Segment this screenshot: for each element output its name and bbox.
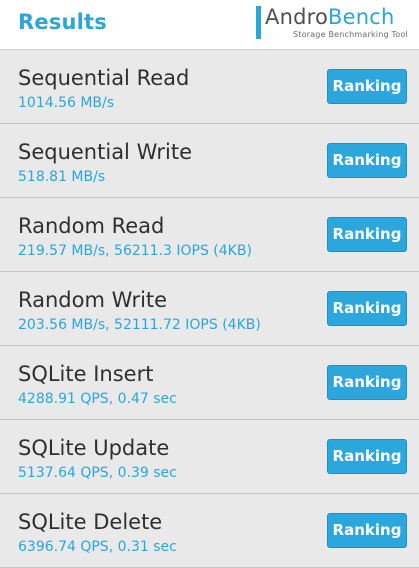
result-row-sqlite-insert: SQLite Insert 4288.91 QPS, 0.47 sec Rank… xyxy=(0,346,419,420)
result-row-random-read: Random Read 219.57 MB/s, 56211.3 IOPS (4… xyxy=(0,198,419,272)
result-row-random-write: Random Write 203.56 MB/s, 52111.72 IOPS … xyxy=(0,272,419,346)
result-name: SQLite Update xyxy=(18,436,170,460)
result-value: 518.81 MB/s xyxy=(18,169,106,185)
page-title: Results xyxy=(18,10,107,34)
result-name: Sequential Write xyxy=(18,140,193,164)
logo-tagline: Storage Benchmarking Tool xyxy=(293,30,408,39)
result-value: 6396.74 QPS, 0.31 sec xyxy=(18,539,177,555)
result-row-sequential-write: Sequential Write 518.81 MB/s Ranking xyxy=(0,124,419,198)
logo-name-part2: Bench xyxy=(328,5,395,29)
ranking-button-sqlite-delete[interactable]: Ranking xyxy=(327,513,407,548)
results-list: Sequential Read 1014.56 MB/s Ranking Seq… xyxy=(0,50,419,568)
androbench-logo: AndroBench Storage Benchmarking Tool xyxy=(256,5,408,41)
ranking-button-sequential-write[interactable]: Ranking xyxy=(327,143,407,178)
result-name: SQLite Insert xyxy=(18,362,154,386)
logo-wordmark: AndroBench xyxy=(265,5,395,29)
result-value: 219.57 MB/s, 56211.3 IOPS (4KB) xyxy=(18,243,252,259)
result-name: Random Read xyxy=(18,214,165,238)
result-value: 4288.91 QPS, 0.47 sec xyxy=(18,391,177,407)
logo-name-part1: Andro xyxy=(265,5,329,29)
result-name: SQLite Delete xyxy=(18,510,163,534)
result-row-sequential-read: Sequential Read 1014.56 MB/s Ranking xyxy=(0,50,419,124)
ranking-button-random-write[interactable]: Ranking xyxy=(327,291,407,326)
result-name: Sequential Read xyxy=(18,66,190,90)
result-value: 5137.64 QPS, 0.39 sec xyxy=(18,465,177,481)
ranking-button-sqlite-insert[interactable]: Ranking xyxy=(327,365,407,400)
result-row-sqlite-update: SQLite Update 5137.64 QPS, 0.39 sec Rank… xyxy=(0,420,419,494)
result-value: 203.56 MB/s, 52111.72 IOPS (4KB) xyxy=(18,317,261,333)
ranking-button-sequential-read[interactable]: Ranking xyxy=(327,69,407,104)
ranking-button-random-read[interactable]: Ranking xyxy=(327,217,407,252)
result-value: 1014.56 MB/s xyxy=(18,95,115,111)
result-row-sqlite-delete: SQLite Delete 6396.74 QPS, 0.31 sec Rank… xyxy=(0,494,419,568)
ranking-button-sqlite-update[interactable]: Ranking xyxy=(327,439,407,474)
app-header: Results AndroBench Storage Benchmarking … xyxy=(0,0,419,50)
result-name: Random Write xyxy=(18,288,168,312)
logo-accent-bar xyxy=(256,6,261,39)
